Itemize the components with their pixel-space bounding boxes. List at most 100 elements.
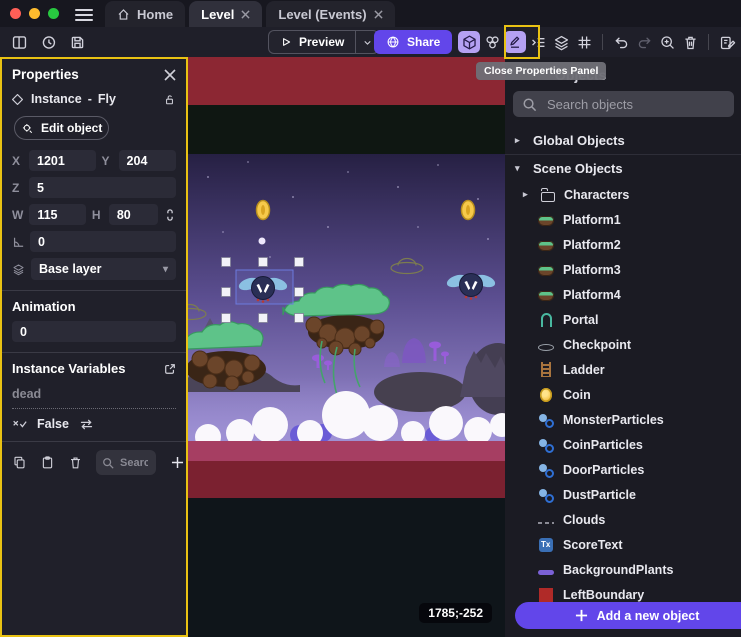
scene-canvas[interactable]: 1785;-252 bbox=[188, 57, 505, 637]
panels-layout-icon[interactable] bbox=[8, 31, 30, 53]
platform-icon bbox=[538, 216, 554, 226]
open-variables-editor-icon[interactable] bbox=[164, 363, 176, 375]
tab-label: Level bbox=[201, 7, 234, 22]
objects-search-box[interactable] bbox=[513, 91, 734, 117]
object-label: Checkpoint bbox=[563, 338, 631, 352]
copy-icon[interactable] bbox=[12, 455, 27, 470]
history-icon[interactable] bbox=[37, 31, 59, 53]
platform-icon bbox=[538, 266, 554, 276]
close-tab-icon[interactable] bbox=[241, 10, 250, 19]
layer-icon bbox=[12, 263, 25, 276]
layer-select[interactable]: Base layer ▾ bbox=[31, 258, 176, 280]
tab-level-events[interactable]: Level (Events) bbox=[266, 1, 394, 27]
objects-search-input[interactable] bbox=[545, 96, 725, 113]
object-label: Scene Objects bbox=[533, 161, 623, 176]
instances-icon[interactable] bbox=[481, 31, 503, 53]
object-list-item[interactable]: Platform2 bbox=[505, 232, 741, 257]
object-list-item[interactable]: Platform3 bbox=[505, 257, 741, 282]
save-icon[interactable] bbox=[66, 31, 88, 53]
close-tab-icon[interactable] bbox=[374, 10, 383, 19]
properties-panel: Properties Instance - Fly Edit object bbox=[0, 57, 188, 637]
object-list-item[interactable]: Ladder bbox=[505, 357, 741, 382]
object-label: Platform1 bbox=[563, 213, 621, 227]
object-list-item[interactable]: ▸ Characters bbox=[505, 182, 741, 207]
y-input[interactable] bbox=[119, 150, 176, 171]
grid-icon[interactable] bbox=[573, 31, 595, 53]
3d-view-icon[interactable] bbox=[458, 31, 480, 53]
object-list-item[interactable]: DustParticle bbox=[505, 482, 741, 507]
object-list-item[interactable]: DoorParticles bbox=[505, 457, 741, 482]
chevron-down-icon: ▾ bbox=[163, 264, 168, 275]
z-input[interactable] bbox=[29, 177, 176, 198]
object-label: DustParticle bbox=[563, 488, 636, 502]
particles-icon bbox=[538, 437, 554, 453]
layers-icon[interactable] bbox=[550, 31, 572, 53]
w-label: W bbox=[12, 208, 23, 222]
x-label: X bbox=[12, 154, 23, 168]
toggle-value-icon[interactable] bbox=[79, 418, 94, 431]
object-label: DoorParticles bbox=[563, 463, 644, 477]
tab-level[interactable]: Level bbox=[189, 1, 262, 27]
add-variable-icon[interactable] bbox=[169, 454, 186, 471]
object-label: Clouds bbox=[563, 513, 605, 527]
object-list-item[interactable]: Platform1 bbox=[505, 207, 741, 232]
object-list-item[interactable]: Checkpoint bbox=[505, 332, 741, 357]
menu-icon[interactable] bbox=[75, 8, 93, 22]
variable-name[interactable]: dead bbox=[12, 383, 176, 409]
object-label: BackgroundPlants bbox=[563, 563, 673, 577]
object-list-item[interactable]: ▸ Global Objects bbox=[505, 127, 741, 154]
boundary-icon bbox=[539, 588, 553, 602]
animation-section-title: Animation bbox=[12, 299, 76, 314]
share-button[interactable]: Share bbox=[374, 30, 452, 54]
object-list-item[interactable]: BackgroundPlants bbox=[505, 557, 741, 582]
add-object-label: Add a new object bbox=[597, 609, 700, 623]
close-window-button[interactable] bbox=[10, 8, 21, 19]
x-input[interactable] bbox=[29, 150, 96, 171]
variables-search-box[interactable] bbox=[96, 450, 156, 475]
edit-object-button[interactable]: Edit object bbox=[14, 116, 109, 140]
object-list-item[interactable]: ▾ Scene Objects bbox=[505, 154, 741, 182]
width-input[interactable] bbox=[29, 204, 85, 225]
object-list-item[interactable]: Clouds bbox=[505, 507, 741, 532]
object-list-item[interactable]: Platform4 bbox=[505, 282, 741, 307]
delete-variable-icon[interactable] bbox=[68, 455, 83, 470]
maximize-window-button[interactable] bbox=[48, 8, 59, 19]
angle-input[interactable] bbox=[30, 231, 176, 252]
preview-button[interactable]: Preview bbox=[268, 30, 355, 54]
height-input[interactable] bbox=[109, 204, 158, 225]
scene-properties-icon[interactable] bbox=[716, 31, 738, 53]
chevron-icon[interactable]: ▸ bbox=[523, 189, 532, 200]
search-icon bbox=[102, 457, 114, 469]
object-label: Portal bbox=[563, 313, 598, 327]
edit-object-icon bbox=[21, 122, 34, 135]
add-object-button[interactable]: Add a new object bbox=[515, 602, 741, 629]
undo-icon[interactable] bbox=[610, 31, 632, 53]
object-list-item[interactable]: MonsterParticles bbox=[505, 407, 741, 432]
preview-label: Preview bbox=[299, 35, 344, 49]
redo-icon[interactable] bbox=[633, 31, 655, 53]
plants-icon bbox=[538, 570, 554, 575]
zoom-in-icon[interactable] bbox=[656, 31, 678, 53]
minimize-window-button[interactable] bbox=[29, 8, 40, 19]
close-properties-icon[interactable] bbox=[164, 69, 176, 81]
selected-instance[interactable] bbox=[236, 270, 293, 304]
tab-home[interactable]: Home bbox=[105, 1, 185, 27]
paste-icon[interactable] bbox=[40, 455, 55, 470]
chevron-icon[interactable]: ▾ bbox=[515, 163, 524, 174]
app-window: Home Level Level (Events) bbox=[0, 0, 741, 637]
animation-input[interactable] bbox=[12, 321, 176, 342]
object-list-item[interactable]: ScoreText bbox=[505, 532, 741, 557]
link-dimensions-icon[interactable] bbox=[164, 208, 176, 222]
variables-search-input[interactable] bbox=[118, 456, 150, 470]
play-icon bbox=[280, 36, 292, 48]
scene-artwork bbox=[188, 57, 505, 637]
pencil-highlight-box bbox=[504, 25, 540, 59]
trash-icon[interactable] bbox=[679, 31, 701, 53]
object-list-item[interactable]: Portal bbox=[505, 307, 741, 332]
lock-open-icon[interactable] bbox=[163, 93, 176, 106]
object-list-item[interactable]: Coin bbox=[505, 382, 741, 407]
variable-value[interactable]: False bbox=[37, 417, 69, 431]
object-list-item[interactable]: CoinParticles bbox=[505, 432, 741, 457]
folder-icon bbox=[541, 192, 555, 202]
chevron-icon[interactable]: ▸ bbox=[515, 135, 524, 146]
